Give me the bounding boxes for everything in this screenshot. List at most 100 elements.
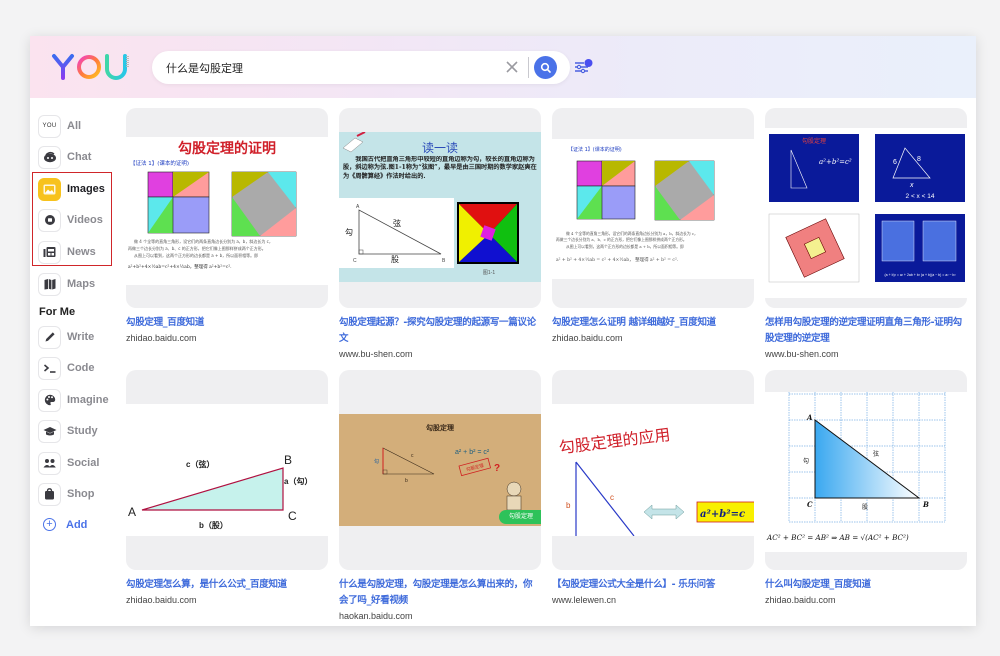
sidebar-item-label: Videos: [67, 214, 103, 226]
close-icon: [506, 61, 518, 73]
svg-text:勾股定理的应用: 勾股定理的应用: [558, 425, 671, 458]
svg-text:(a + b)² = a² + 2ab + b² (a: (a + b)² = a² + 2ab + b² (a + b)(a − b) …: [884, 273, 956, 277]
search-icon: [540, 62, 551, 73]
svg-text:C: C: [288, 509, 297, 523]
logo-trademark: [126, 56, 129, 68]
svg-text:从图上可以看到，这两个正方形的边长都是 a + b，所以面积: 从图上可以看到，这两个正方形的边长都是 a + b，所以面积相等。即: [566, 244, 684, 249]
svg-text:c: c: [610, 493, 614, 502]
svg-text:做 4 个全等的直角三角形，设它们的两条直角边长分别为 a，: 做 4 个全等的直角三角形，设它们的两条直角边长分别为 a，b，斜边长为 c，: [134, 238, 273, 244]
you-logo-icon: YOU: [38, 114, 61, 138]
sidebar-item-all[interactable]: YOU All: [38, 113, 81, 139]
result-thumbnail[interactable]: 勾股定理 a²+b²=c² 6 8 x 2 < x < 14 (a + b)² …: [765, 108, 967, 308]
plus-circle-icon: +: [43, 518, 56, 531]
video-icon: [38, 208, 61, 232]
result-title[interactable]: 勾股定理_百度知道: [126, 315, 328, 331]
result-thumbnail[interactable]: 勾股定理 勾 b c a² + b² = c² 勾股定理 ? 勾股定理: [339, 370, 541, 570]
search-settings-button[interactable]: [574, 58, 594, 76]
svg-text:【证法 1】(课本的证明): 【证法 1】(课本的证明): [568, 146, 622, 153]
image-result-card[interactable]: 勾股定理的应用 b c a²+b²=c 【勾股定理公式大全是什么】- 乐乐问答 …: [552, 370, 754, 607]
sidebar-item-label: All: [67, 120, 82, 132]
result-source: haokan.baidu.com: [339, 611, 413, 621]
reading-diagram-image: 读一读 我国古代把直角三角形中较短的直角边称为勾，较长的直角边称为股，斜边称为弦…: [339, 132, 541, 282]
graduation-cap-icon: [38, 419, 61, 443]
sidebar-item-label: Shop: [67, 488, 95, 500]
image-result-card[interactable]: 【证法 1】(课本的证明) 做 4 个全等的直角三角形，设它们的两条直角边长分别…: [552, 108, 754, 345]
pencil-icon: [38, 325, 61, 349]
shopping-bag-icon: [38, 482, 61, 506]
svg-text:做 4 个全等的直角三角形，设它们的两条直角边长分别为 a，: 做 4 个全等的直角三角形，设它们的两条直角边长分别为 a，b，斜边长为 c，: [566, 231, 698, 236]
result-title[interactable]: 【勾股定理公式大全是什么】- 乐乐问答: [552, 577, 754, 593]
sidebar-app-study[interactable]: Study: [38, 418, 98, 444]
result-thumbnail[interactable]: 【证法 1】(课本的证明) 做 4 个全等的直角三角形，设它们的两条直角边长分别…: [552, 108, 754, 308]
svg-text:勾股定理: 勾股定理: [426, 423, 454, 432]
newspaper-icon: [38, 240, 61, 264]
result-thumbnail[interactable]: A C B 勾 股 弦 AC² + BC² = AB² ⇒ AB = √(AC²…: [765, 370, 967, 570]
svg-text:再做三个边长分别为 a、b、c 的正方形，把它们像上图那样拼: 再做三个边长分别为 a、b、c 的正方形，把它们像上图那样拼成两个正方形。: [556, 237, 687, 242]
svg-text:b: b: [566, 501, 571, 510]
result-title[interactable]: 勾股定理怎么证明 越详细越好_百度知道: [552, 315, 754, 331]
add-app-button[interactable]: + Add: [43, 518, 87, 531]
svg-text:从图上可以看到，这两个正方形的边长都是 a + b，所以面积: 从图上可以看到，这两个正方形的边长都是 a + b，所以面积相等。即: [134, 252, 258, 258]
people-icon: [38, 451, 61, 475]
sidebar-item-label: Imagine: [67, 394, 109, 406]
svg-text:B: B: [922, 500, 929, 509]
sidebar-app-code[interactable]: Code: [38, 355, 95, 381]
svg-text:a² + b² + 4×½ab = c² + 4×½ab，: a² + b² + 4×½ab = c² + 4×½ab， 整理得 a² + b…: [556, 256, 679, 263]
sidebar-item-images[interactable]: Images: [38, 176, 105, 202]
you-logo[interactable]: [50, 50, 130, 82]
sidebar-app-write[interactable]: Write: [38, 324, 94, 350]
result-title[interactable]: 勾股定理怎么算，是什么公式_百度知道: [126, 577, 328, 593]
svg-text:股: 股: [391, 255, 399, 264]
svg-text:8: 8: [917, 156, 921, 163]
clear-search-button[interactable]: [504, 59, 520, 75]
grid-triangle-image: A C B 勾 股 弦 AC² + BC² = AB² ⇒ AB = √(AC²…: [765, 392, 967, 552]
svg-text:a² + b² = c²: a² + b² = c²: [455, 449, 490, 456]
image-result-card[interactable]: 读一读 我国古代把直角三角形中较短的直角边称为勾，较长的直角边称为股，斜边称为弦…: [339, 108, 541, 361]
image-result-card[interactable]: 勾股定理 a²+b²=c² 6 8 x 2 < x < 14 (a + b)² …: [765, 108, 967, 361]
svg-text:股: 股: [862, 504, 868, 511]
image-result-card[interactable]: A B C c（弦） a（勾） b（股） 勾股定理怎么算，是什么公式_百度知道 …: [126, 370, 328, 607]
sidebar-item-label: Social: [67, 457, 100, 469]
result-title[interactable]: 怎样用勾股定理的逆定理证明直角三角形-证明勾股定理的逆定理: [765, 315, 967, 347]
result-title[interactable]: 什么叫勾股定理_百度知道: [765, 577, 967, 593]
proof-diagram-image: 【证法 1】(课本的证明) 做 4 个全等的直角三角形，设它们的两条直角边长分别…: [552, 139, 754, 279]
image-result-card[interactable]: 勾股定理的证明 【证法 1】(课本的证明) 做 4 个全等的直角三角形，设它们的…: [126, 108, 328, 345]
application-diagram-image: 勾股定理的应用 b c a²+b²=c: [552, 404, 754, 536]
result-source: zhidao.baidu.com: [552, 333, 623, 343]
sidebar-item-videos[interactable]: Videos: [38, 207, 103, 233]
result-title[interactable]: 勾股定理起源？-探究勾股定理的起源写一篇议论文: [339, 315, 541, 347]
sidebar-item-maps[interactable]: Maps: [38, 271, 95, 297]
search-button[interactable]: [534, 56, 557, 79]
result-thumbnail[interactable]: 勾股定理的证明 【证法 1】(课本的证明) 做 4 个全等的直角三角形，设它们的…: [126, 108, 328, 308]
result-thumbnail[interactable]: 读一读 我国古代把直角三角形中较短的直角边称为勾，较长的直角边称为股，斜边称为弦…: [339, 108, 541, 308]
map-icon: [38, 272, 61, 296]
svg-text:?: ?: [494, 463, 500, 474]
svg-text:C: C: [807, 500, 813, 509]
image-heading: 勾股定理的证明: [178, 140, 276, 157]
svg-text:C: C: [353, 258, 357, 264]
image-result-card[interactable]: A C B 勾 股 弦 AC² + BC² = AB² ⇒ AB = √(AC²…: [765, 370, 967, 607]
chat-bubble-icon: [38, 145, 61, 169]
result-source: zhidao.baidu.com: [126, 333, 197, 343]
svg-text:a²+b²=c: a²+b²=c: [700, 509, 745, 520]
sidebar-item-news[interactable]: News: [38, 239, 96, 265]
search-divider: [528, 57, 529, 78]
result-title[interactable]: 什么是勾股定理，勾股定理是怎么算出来的，你会了吗_好看视频: [339, 577, 541, 609]
result-thumbnail[interactable]: 勾股定理的应用 b c a²+b²=c: [552, 370, 754, 570]
sidebar-item-label: Write: [67, 331, 95, 343]
result-source: www.lelewen.cn: [552, 595, 617, 605]
sidebar-app-imagine[interactable]: Imagine: [38, 387, 109, 413]
sidebar-app-shop[interactable]: Shop: [38, 481, 95, 507]
sidebar-item-chat[interactable]: Chat: [38, 144, 91, 170]
add-label: Add: [66, 518, 88, 531]
image-result-card[interactable]: 勾股定理 勾 b c a² + b² = c² 勾股定理 ? 勾股定理 什么是勾…: [339, 370, 541, 623]
result-source: www.bu-shen.com: [339, 349, 413, 359]
search-input[interactable]: [166, 51, 496, 84]
result-thumbnail[interactable]: A B C c（弦） a（勾） b（股）: [126, 370, 328, 570]
image-caption: 【证法 1】(课本的证明): [130, 159, 189, 167]
image-heading: 读一读: [422, 141, 458, 155]
sidebar-app-social[interactable]: Social: [38, 450, 99, 476]
sidebar-item-label: Code: [67, 362, 95, 374]
svg-text:再做三个边长分别为 a、b、c 的正方形，把它们像上图那样拼: 再做三个边长分别为 a、b、c 的正方形，把它们像上图那样拼成两个正方形。: [128, 245, 266, 251]
svg-text:b（股）: b（股）: [199, 520, 228, 530]
